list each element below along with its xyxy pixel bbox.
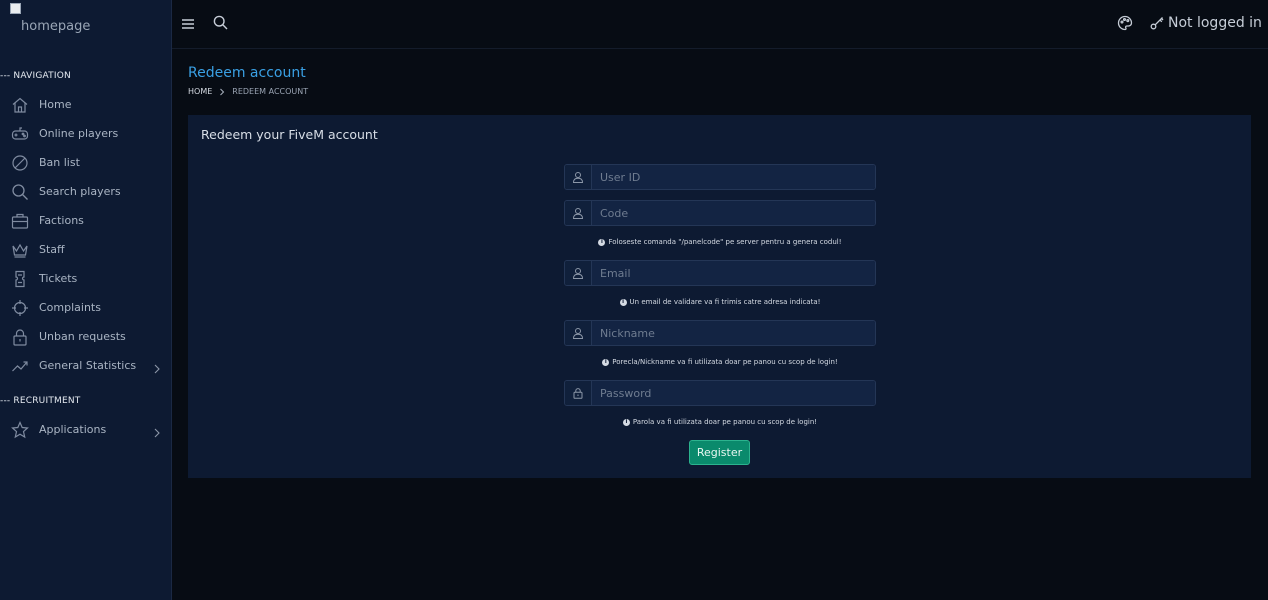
user-icon [565, 201, 592, 225]
code-hint: i Foloseste comanda "/panelcode" pe serv… [564, 238, 876, 246]
email-input[interactable] [592, 261, 875, 285]
sidebar-item-unban-requests[interactable]: Unban requests [0, 324, 172, 350]
info-icon: i [598, 238, 606, 246]
broken-image-icon [10, 3, 21, 14]
user-icon [565, 321, 592, 345]
sidebar-item-label: Factions [39, 214, 84, 227]
search-icon[interactable] [213, 15, 228, 30]
sidebar-item-label: Tickets [39, 272, 78, 285]
card-title: Redeem your FiveM account [201, 127, 378, 142]
breadcrumb-current: REDEEM ACCOUNT [232, 87, 309, 96]
breadcrumb-home[interactable]: HOME [188, 87, 212, 96]
sidebar-item-staff[interactable]: Staff [0, 237, 172, 263]
sidebar-item-label: Online players [39, 127, 119, 140]
sidebar-item-label: Search players [39, 185, 121, 198]
sidebar-item-ban-list[interactable]: Ban list [0, 150, 172, 176]
password-hint-text: Parola va fi utilizata doar pe panou cu … [632, 418, 818, 426]
code-field [564, 200, 876, 226]
hamburger-menu-icon[interactable] [181, 16, 195, 30]
lock-icon [565, 381, 592, 405]
chart-line-icon [11, 357, 29, 375]
sidebar-item-factions[interactable]: Factions [0, 208, 172, 234]
sidebar-item-label: Ban list [39, 156, 80, 169]
nickname-hint-text: Porecla/Nickname va fi utilizata doar pe… [612, 358, 838, 366]
logo-alt-text: homepage [21, 19, 91, 34]
password-hint: i Parola va fi utilizata doar pe panou c… [564, 418, 876, 426]
sidebar-item-applications[interactable]: Applications [0, 417, 172, 443]
password-input[interactable] [592, 381, 875, 405]
user-id-input[interactable] [592, 165, 875, 189]
sidebar-item-label: Complaints [39, 301, 101, 314]
nickname-input[interactable] [592, 321, 875, 345]
key-icon [1150, 16, 1164, 30]
email-field [564, 260, 876, 286]
user-id-field [564, 164, 876, 190]
sidebar-item-label: Staff [39, 243, 65, 256]
sidebar-item-search-players[interactable]: Search players [0, 179, 172, 205]
sidebar-item-general-statistics[interactable]: General Statistics [0, 353, 172, 379]
code-hint-text: Foloseste comanda "/panelcode" pe server… [608, 238, 842, 246]
sidebar-item-home[interactable]: Home [0, 92, 172, 118]
star-icon [11, 421, 29, 439]
email-hint-text: Un email de validare va fi trimis catre … [629, 298, 821, 306]
user-icon [565, 165, 592, 189]
lock-icon [11, 328, 29, 346]
chevron-right-icon [152, 360, 161, 374]
email-hint: i Un email de validare va fi trimis catr… [564, 298, 876, 306]
ticket-icon [11, 270, 29, 288]
sidebar-item-label: Unban requests [39, 330, 126, 343]
crosshair-icon [11, 299, 29, 317]
chevron-right-icon [219, 88, 225, 96]
page-title: Redeem account [188, 65, 306, 81]
sidebar-item-online-players[interactable]: Online players [0, 121, 172, 147]
login-link[interactable]: Not logged in [1150, 15, 1262, 31]
palette-icon[interactable] [1117, 15, 1133, 31]
info-icon: i [622, 418, 630, 426]
breadcrumb: HOME REDEEM ACCOUNT [188, 87, 308, 96]
crown-icon [11, 241, 29, 259]
gamepad-icon [11, 125, 29, 143]
home-icon [11, 96, 29, 114]
redeem-card: Redeem your FiveM account i Foloseste co… [188, 115, 1251, 478]
user-icon [565, 261, 592, 285]
nickname-hint: i Porecla/Nickname va fi utilizata doar … [564, 358, 876, 366]
password-field [564, 380, 876, 406]
chevron-right-icon [152, 424, 161, 438]
briefcase-icon [11, 212, 29, 230]
sidebar-item-label: Applications [39, 423, 107, 436]
register-button[interactable]: Register [689, 440, 750, 465]
search-icon [11, 183, 29, 201]
ban-icon [11, 154, 29, 172]
logo[interactable]: homepage [10, 3, 150, 43]
nickname-field [564, 320, 876, 346]
code-input[interactable] [592, 201, 875, 225]
sidebar: homepage --- NAVIGATION Home Online play… [0, 0, 172, 600]
sidebar-item-label: Home [39, 98, 72, 111]
sidebar-item-complaints[interactable]: Complaints [0, 295, 172, 321]
nav-section-navigation: --- NAVIGATION [0, 71, 71, 81]
topbar: Not logged in [172, 0, 1268, 49]
info-icon: i [619, 298, 627, 306]
login-status-text: Not logged in [1168, 15, 1262, 31]
sidebar-item-label: General Statistics [39, 359, 137, 372]
info-icon: i [602, 358, 610, 366]
sidebar-item-tickets[interactable]: Tickets [0, 266, 172, 292]
nav-section-recruitment: --- RECRUITMENT [0, 396, 81, 406]
